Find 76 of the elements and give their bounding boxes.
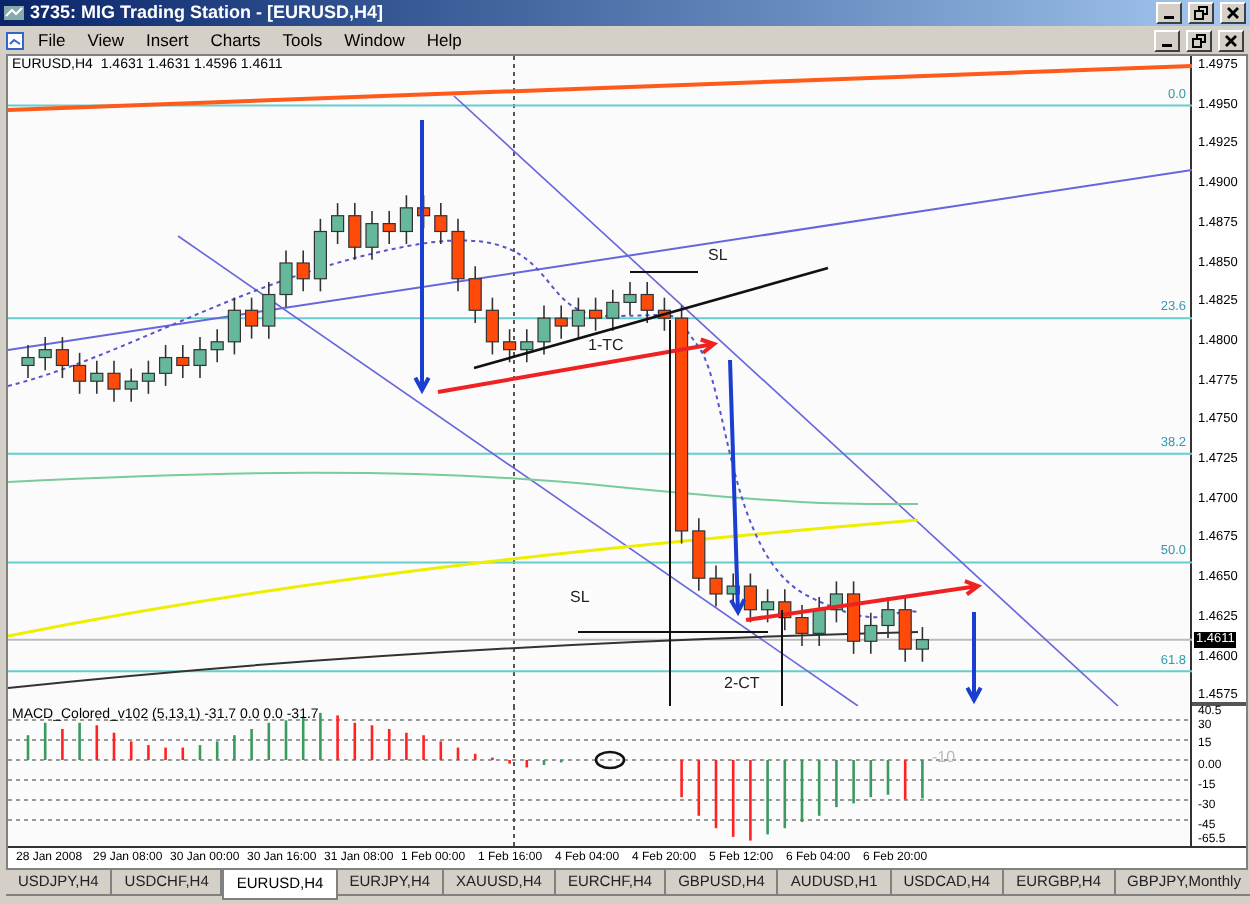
- candlestick: [227, 296, 241, 356]
- annotation-label: SL: [708, 248, 728, 264]
- candlestick: [262, 281, 276, 340]
- highlight-circle: [594, 750, 626, 770]
- candlestick: [709, 564, 723, 608]
- candlestick: [692, 517, 706, 592]
- candlestick: [485, 296, 499, 356]
- menu-item[interactable]: Window: [336, 31, 413, 49]
- candlestick: [640, 281, 654, 324]
- close-icon: [1226, 6, 1240, 20]
- menu-item[interactable]: Tools: [274, 31, 331, 49]
- candlestick: [571, 296, 585, 340]
- candlestick: [313, 218, 327, 293]
- candlestick: [623, 281, 637, 316]
- menu-item[interactable]: Charts: [202, 31, 269, 49]
- candlestick: [141, 359, 155, 395]
- candlestick: [382, 210, 396, 245]
- restore-button[interactable]: [1186, 29, 1212, 51]
- candlestick: [864, 612, 878, 655]
- app-icon: [4, 4, 24, 22]
- minimize-button[interactable]: [1154, 29, 1180, 51]
- candlestick: [245, 296, 259, 340]
- stop-loss-line: [629, 271, 699, 273]
- candlestick: [331, 202, 345, 245]
- down-arrow: [965, 612, 983, 705]
- candlestick: [503, 328, 517, 364]
- annotation-label: 2-CT: [724, 676, 760, 692]
- candlestick: [898, 596, 912, 663]
- candlestick: [107, 359, 121, 403]
- candlestick: [296, 249, 310, 293]
- candlestick: [176, 344, 190, 379]
- candlestick: [657, 296, 671, 332]
- document-icon: [6, 31, 24, 49]
- candlestick: [38, 336, 52, 371]
- candlestick: [829, 580, 843, 624]
- candlestick: [73, 352, 87, 395]
- candlestick: [915, 626, 929, 663]
- candlestick: [279, 249, 293, 308]
- candlestick: [124, 367, 138, 403]
- candlestick: [348, 202, 362, 261]
- candlestick: [21, 344, 35, 379]
- candlestick: [468, 265, 482, 324]
- candlestick: [881, 596, 895, 639]
- candlestick: [847, 580, 861, 655]
- candlestick: [761, 588, 775, 624]
- restore-button[interactable]: [1188, 2, 1214, 24]
- candlestick: [55, 336, 69, 379]
- candlestick: [159, 344, 173, 387]
- candlestick: [589, 296, 603, 332]
- candlestick: [193, 336, 207, 379]
- candlestick: [451, 218, 465, 293]
- close-icon: [1224, 33, 1238, 47]
- candlestick: [778, 588, 792, 631]
- window-title: 3735: MIG Trading Station - [EURUSD,H4]: [30, 4, 386, 22]
- annotation-label: 1-TC: [588, 338, 624, 354]
- candlestick: [210, 328, 224, 364]
- candlestick: [606, 289, 620, 332]
- close-button[interactable]: [1218, 29, 1244, 51]
- candlestick: [365, 210, 379, 261]
- candlestick: [520, 328, 534, 364]
- candlestick: [812, 596, 826, 647]
- minimize-button[interactable]: [1156, 2, 1182, 24]
- annotation-label: SL: [570, 590, 590, 606]
- menu-item[interactable]: Insert: [137, 31, 197, 49]
- candlestick: [554, 304, 568, 340]
- menu-item[interactable]: Help: [418, 31, 470, 49]
- candlestick: [90, 359, 104, 395]
- candlestick: [743, 572, 757, 624]
- candlestick: [399, 194, 413, 245]
- close-button[interactable]: [1220, 2, 1246, 24]
- candlestick: [434, 202, 448, 245]
- candlestick: [795, 604, 809, 647]
- menu-item[interactable]: File: [30, 31, 74, 49]
- menu-item[interactable]: View: [79, 31, 132, 49]
- indicator-note: -10: [932, 750, 956, 766]
- candlestick: [537, 304, 551, 356]
